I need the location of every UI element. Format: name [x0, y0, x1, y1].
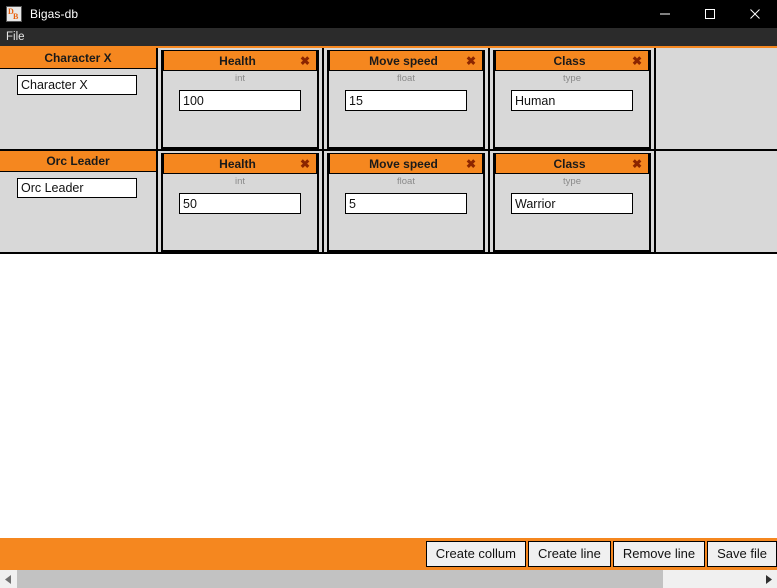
- maximize-icon[interactable]: [687, 0, 732, 28]
- field-value-input[interactable]: [511, 193, 633, 214]
- field-cell-class: Class ✖ type: [490, 151, 656, 252]
- field-type-label: float: [397, 73, 415, 84]
- close-icon[interactable]: [732, 0, 777, 28]
- create-collum-button[interactable]: Create collum: [425, 541, 526, 567]
- window-title: Bigas-db: [30, 7, 79, 21]
- field-header: Class ✖: [495, 153, 649, 174]
- field-header: Move speed ✖: [329, 50, 483, 71]
- scroll-right-icon[interactable]: [760, 570, 777, 588]
- field-header-label: Move speed: [369, 53, 438, 68]
- delete-column-icon[interactable]: ✖: [297, 53, 313, 69]
- delete-column-icon[interactable]: ✖: [463, 156, 479, 172]
- remove-line-button[interactable]: Remove line: [612, 541, 706, 567]
- window-controls: [642, 0, 777, 28]
- field-cell-move-speed: Move speed ✖ float: [324, 48, 490, 149]
- record-name-header-label: Character X: [44, 51, 112, 65]
- minimize-icon[interactable]: [642, 0, 687, 28]
- bottom-toolbar: Create collum Create line Remove line Sa…: [0, 538, 777, 570]
- scrollbar-thumb[interactable]: [17, 570, 664, 588]
- delete-column-icon[interactable]: ✖: [297, 156, 313, 172]
- record-name-header-label: Orc Leader: [46, 154, 110, 168]
- field-header-label: Move speed: [369, 156, 438, 171]
- field-cell-class: Class ✖ type: [490, 48, 656, 149]
- field-header-label: Health: [219, 156, 256, 171]
- window-titlebar: D B Bigas-db: [0, 0, 777, 28]
- field-type-label: type: [563, 73, 581, 84]
- create-line-button[interactable]: Create line: [527, 541, 611, 567]
- save-file-button[interactable]: Save file: [707, 541, 777, 567]
- menubar: File: [0, 28, 777, 48]
- records-table: Character X Health ✖ int Move speed ✖ fl…: [0, 48, 777, 538]
- field-value-input[interactable]: [179, 193, 301, 214]
- field-type-label: float: [397, 176, 415, 187]
- field-cell-move-speed: Move speed ✖ float: [324, 151, 490, 252]
- field-value-input[interactable]: [511, 90, 633, 111]
- delete-column-icon[interactable]: ✖: [629, 156, 645, 172]
- field-header: Health ✖: [163, 153, 317, 174]
- horizontal-scrollbar[interactable]: [0, 570, 777, 588]
- field-type-label: int: [234, 73, 246, 84]
- scrollbar-track[interactable]: [17, 570, 760, 588]
- field-header-label: Health: [219, 53, 256, 68]
- record-name-input[interactable]: [17, 75, 137, 95]
- record-name-header: Character X: [0, 48, 156, 69]
- field-header-label: Class: [553, 53, 586, 68]
- field-value-input[interactable]: [345, 90, 467, 111]
- field-header: Class ✖: [495, 50, 649, 71]
- field-type-label: type: [563, 176, 581, 187]
- field-header: Move speed ✖: [329, 153, 483, 174]
- field-header-label: Class: [553, 156, 586, 171]
- delete-column-icon[interactable]: ✖: [629, 53, 645, 69]
- field-header: Health ✖: [163, 50, 317, 71]
- row-empty-space: [656, 48, 777, 149]
- table-row: Character X Health ✖ int Move speed ✖ fl…: [0, 48, 777, 151]
- field-cell-health: Health ✖ int: [158, 48, 324, 149]
- menu-item-file[interactable]: File: [0, 28, 31, 46]
- field-value-input[interactable]: [179, 90, 301, 111]
- row-empty-space: [656, 151, 777, 252]
- record-name-cell: Character X: [0, 48, 158, 149]
- table-row: Orc Leader Health ✖ int Move speed ✖ flo…: [0, 151, 777, 254]
- field-type-label: int: [234, 176, 246, 187]
- table-empty-area: [0, 254, 777, 538]
- record-name-cell: Orc Leader: [0, 151, 158, 252]
- field-cell-health: Health ✖ int: [158, 151, 324, 252]
- field-value-input[interactable]: [345, 193, 467, 214]
- app-db-icon: D B: [6, 6, 22, 22]
- scroll-left-icon[interactable]: [0, 570, 17, 588]
- record-name-input[interactable]: [17, 178, 137, 198]
- delete-column-icon[interactable]: ✖: [463, 53, 479, 69]
- record-name-header: Orc Leader: [0, 151, 156, 172]
